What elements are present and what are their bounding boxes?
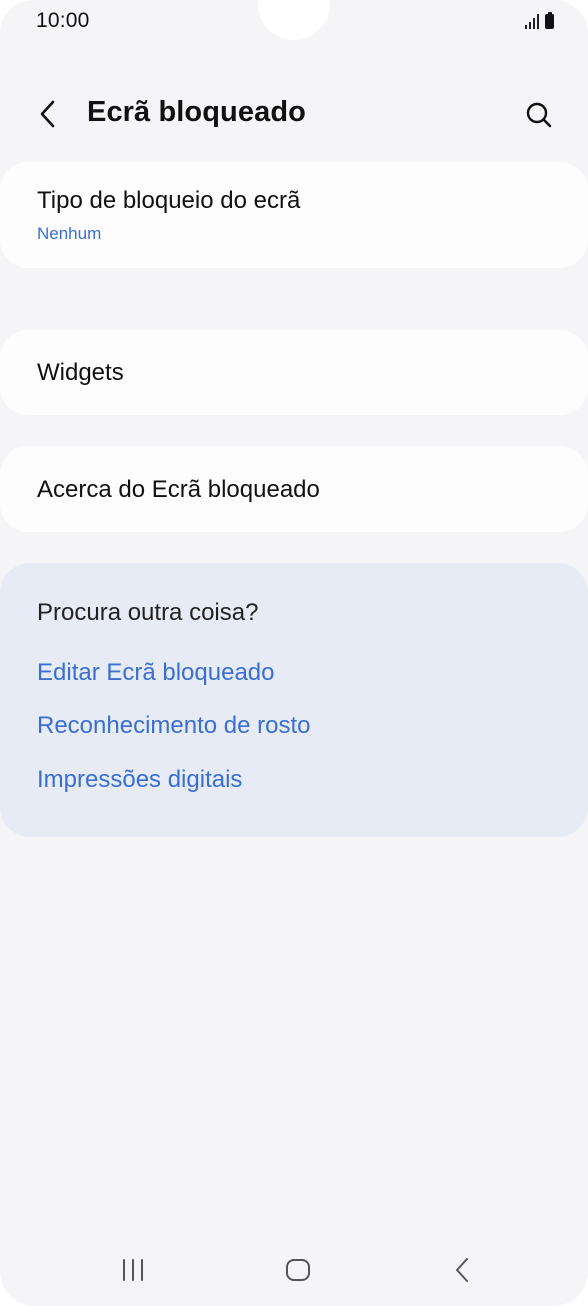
battery-icon — [545, 12, 554, 29]
lock-type-value: Nenhum — [37, 224, 102, 243]
search-button[interactable] — [516, 92, 562, 138]
lock-type-setting[interactable]: Tipo de bloqueio do ecrã Nenhum — [0, 162, 588, 268]
suggestion-link-fingerprints[interactable]: Impressões digitais — [37, 766, 242, 794]
status-time: 10:00 — [36, 9, 90, 32]
recent-apps-button[interactable] — [108, 1250, 158, 1290]
page-title: Ecrã bloqueado — [87, 96, 306, 128]
widgets-title: Widgets — [37, 359, 124, 386]
home-icon — [286, 1259, 310, 1281]
screen: 10:00 Ecrã bloqueado Tipo de bloqueio do… — [0, 0, 588, 1306]
status-icons — [525, 12, 554, 29]
suggestion-link-edit-lock-screen[interactable]: Editar Ecrã bloqueado — [37, 659, 275, 687]
about-lock-screen-setting[interactable]: Acerca do Ecrã bloqueado — [0, 446, 588, 532]
recent-apps-icon — [123, 1259, 143, 1281]
back-icon — [456, 1258, 468, 1282]
widgets-setting[interactable]: Widgets — [0, 330, 588, 415]
back-button[interactable] — [26, 92, 70, 136]
navigation-bar — [0, 1236, 588, 1306]
suggestion-link-face-recognition[interactable]: Reconhecimento de rosto — [37, 712, 311, 740]
suggestions-panel: Procura outra coisa? Editar Ecrã bloquea… — [0, 563, 588, 837]
about-title: Acerca do Ecrã bloqueado — [37, 476, 320, 503]
camera-notch — [258, 0, 330, 40]
home-button[interactable] — [273, 1250, 323, 1290]
back-arrow-icon — [40, 100, 55, 128]
lock-type-title: Tipo de bloqueio do ecrã — [37, 187, 301, 214]
system-back-button[interactable] — [437, 1250, 487, 1290]
signal-icon — [525, 13, 539, 29]
app-header: Ecrã bloqueado — [0, 80, 588, 150]
search-icon — [526, 102, 552, 128]
suggestions-title: Procura outra coisa? — [37, 599, 259, 626]
